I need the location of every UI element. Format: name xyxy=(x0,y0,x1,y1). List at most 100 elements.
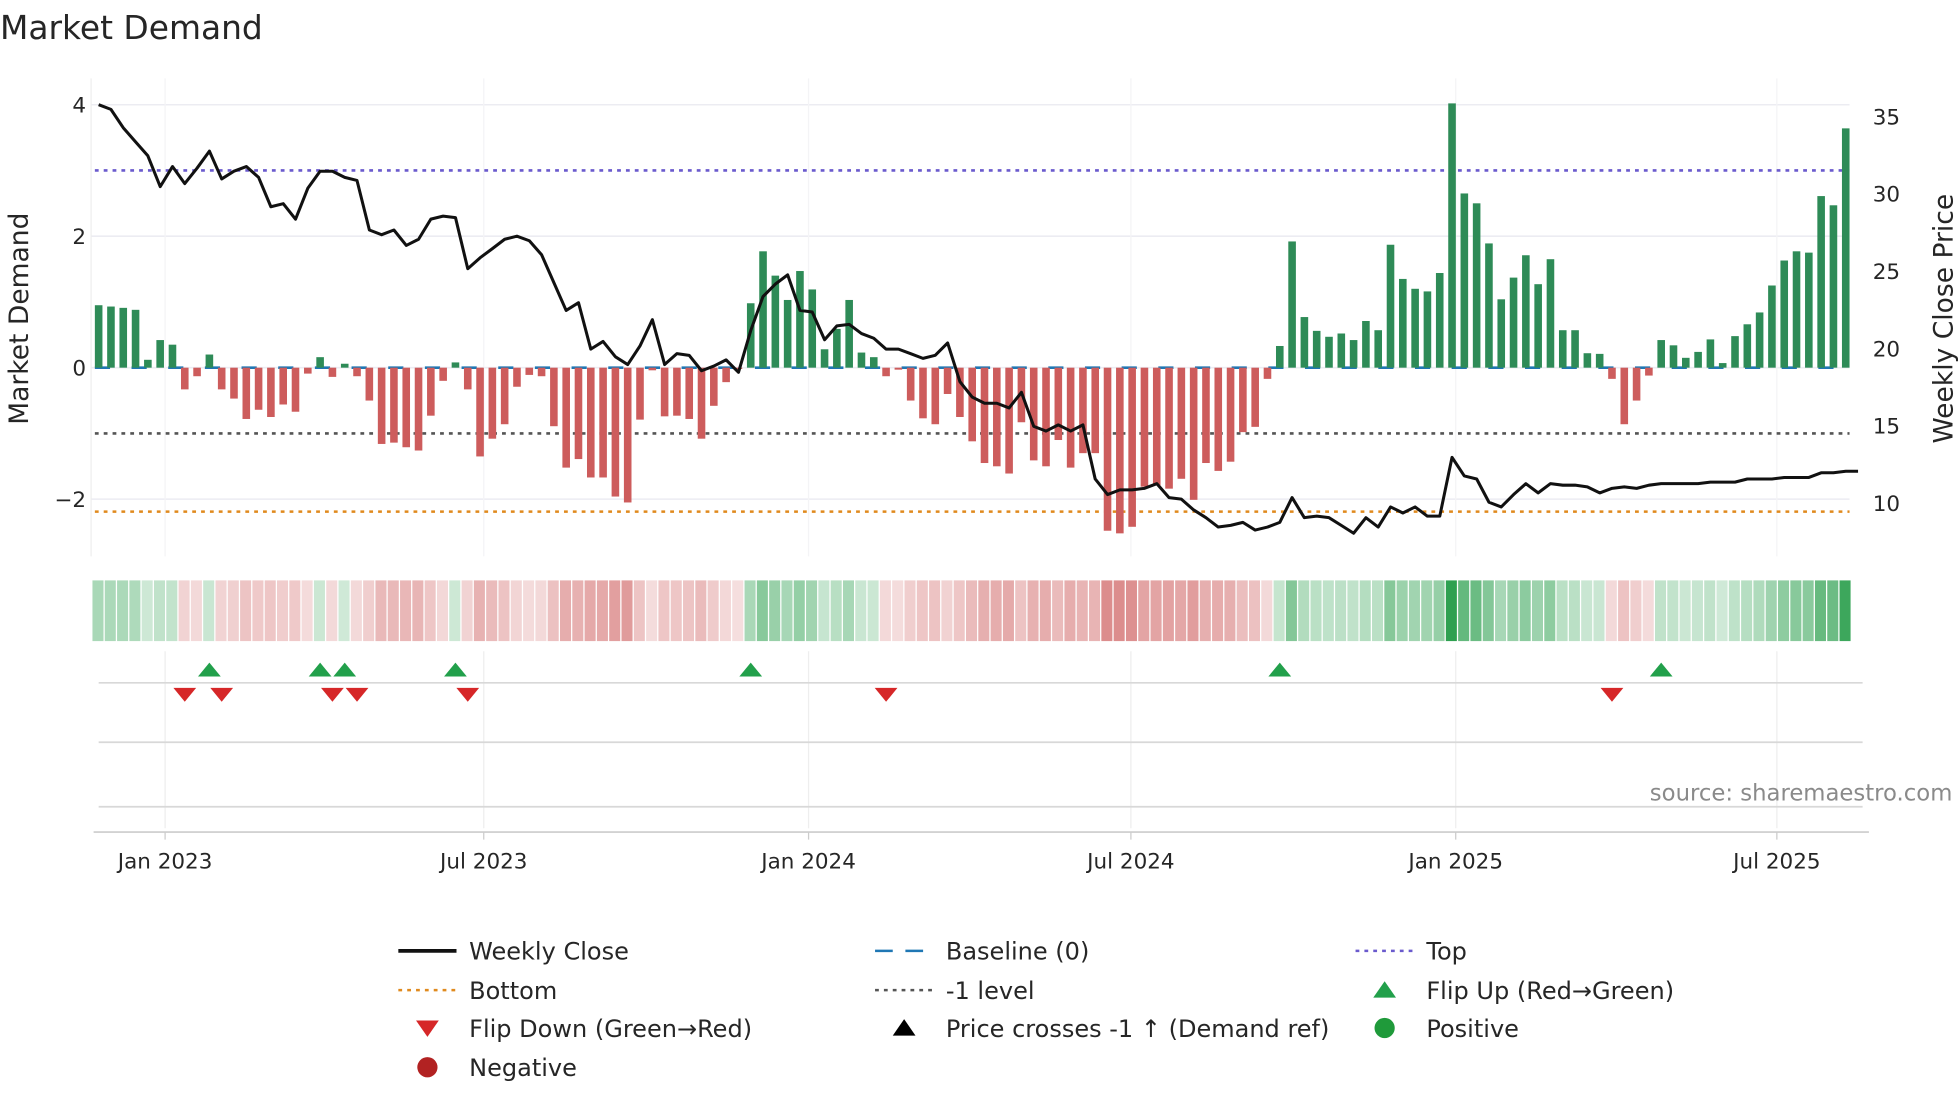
flip-up-marker xyxy=(308,662,332,677)
flip-down-marker xyxy=(874,687,898,702)
demand-bar-positive xyxy=(1448,103,1456,368)
heat-cell xyxy=(1691,580,1703,642)
demand-bar-positive xyxy=(1435,273,1444,368)
x-tick-label: Jan 2023 xyxy=(116,850,213,875)
demand-bar-negative xyxy=(513,367,521,387)
heat-cell xyxy=(806,580,818,642)
demand-bar-positive xyxy=(1386,244,1395,368)
legend-label: -1 level xyxy=(946,977,1035,1005)
heat-cell xyxy=(473,580,485,642)
legend-item: Bottom xyxy=(398,977,557,1005)
heat-cell xyxy=(436,580,448,642)
demand-bar-negative xyxy=(931,367,940,425)
demand-bar-positive xyxy=(1841,128,1850,368)
heat-cell xyxy=(732,580,744,642)
heat-cell xyxy=(1064,580,1076,642)
heat-cell xyxy=(1113,580,1125,642)
heat-cell xyxy=(498,580,510,642)
demand-bar-negative xyxy=(1165,367,1173,489)
heat-cell xyxy=(338,580,350,642)
demand-bar-positive xyxy=(1571,330,1579,368)
demand-bar-positive xyxy=(1349,340,1358,368)
y-axis-label: Market Demand xyxy=(4,213,35,425)
heat-cell xyxy=(1310,580,1322,642)
demand-bar-positive xyxy=(796,271,804,368)
heat-cell xyxy=(1470,580,1482,642)
flip-up-marker xyxy=(333,662,357,677)
demand-bar-negative xyxy=(291,367,300,412)
demand-bar-positive xyxy=(1522,255,1530,368)
heat-cell xyxy=(1753,580,1765,642)
y-tick-label: 2 xyxy=(72,225,86,250)
heat-cell xyxy=(1298,580,1310,642)
flip-up-marker xyxy=(198,662,221,677)
heat-cell xyxy=(1076,580,1088,642)
demand-bar-negative xyxy=(390,367,398,443)
heat-cell xyxy=(1802,580,1814,642)
demand-bar-positive xyxy=(820,349,829,368)
demand-bar-positive xyxy=(205,354,214,368)
demand-bar-negative xyxy=(500,367,509,425)
heat-cell xyxy=(855,580,867,642)
y2-tick-label: 25 xyxy=(1873,260,1900,285)
demand-bar-positive xyxy=(1706,339,1715,368)
demand-bar-positive xyxy=(316,357,324,368)
demand-bar-negative xyxy=(537,367,546,377)
heat-cell xyxy=(350,580,362,642)
demand-bar-negative xyxy=(1103,367,1112,531)
legend-label: Top xyxy=(1425,938,1467,966)
heat-cell xyxy=(941,580,953,642)
heat-cell xyxy=(153,580,166,642)
demand-bar-positive xyxy=(1460,193,1469,368)
heat-cell xyxy=(117,580,129,642)
heat-cell xyxy=(867,580,879,642)
demand-bar-negative xyxy=(353,367,361,377)
heat-cell xyxy=(1384,580,1396,642)
demand-bar-positive xyxy=(869,357,878,368)
demand-bar-negative xyxy=(488,367,497,439)
heat-cell xyxy=(1778,580,1790,642)
heat-cell xyxy=(1322,580,1334,642)
heat-cell xyxy=(1679,580,1691,642)
legend-label: Positive xyxy=(1426,1015,1519,1043)
heat-cell xyxy=(1445,580,1457,642)
heat-cell xyxy=(904,580,916,642)
demand-bar-negative xyxy=(1140,367,1149,487)
flip-down-marker xyxy=(210,687,234,702)
heat-cell xyxy=(240,580,252,642)
demand-bar-positive xyxy=(1595,353,1604,368)
heat-cell xyxy=(1027,580,1039,642)
heat-cell xyxy=(486,580,498,642)
heat-cell xyxy=(301,580,313,642)
demand-bar-negative xyxy=(1042,367,1050,467)
heat-cell xyxy=(707,580,719,642)
demand-bar-negative xyxy=(894,367,903,370)
heat-cell xyxy=(978,580,990,642)
market-demand-chart: Market Demand 420−2 353025201510 Market … xyxy=(0,8,1959,1082)
heat-cell xyxy=(375,580,387,642)
heat-cell xyxy=(830,580,842,642)
legend-swatch xyxy=(1374,1017,1395,1039)
heat-cell xyxy=(609,580,621,642)
demand-bar-positive xyxy=(845,299,853,368)
demand-bar-negative xyxy=(574,367,583,460)
demand-bar-negative xyxy=(697,367,706,439)
demand-bar-positive xyxy=(156,340,164,368)
heat-cell xyxy=(1408,580,1420,642)
demand-bar-negative xyxy=(673,367,681,416)
y2-tick-label: 35 xyxy=(1873,105,1900,130)
legend-item: Price crosses -1 ↑ (Demand ref) xyxy=(892,1015,1329,1043)
flip-down-marker xyxy=(456,687,480,702)
demand-bar-negative xyxy=(586,367,595,478)
heat-cell xyxy=(1199,580,1211,642)
demand-bar-negative xyxy=(242,367,251,419)
demand-bar-negative xyxy=(193,367,201,377)
demand-bar-positive xyxy=(1829,205,1838,368)
heat-cell xyxy=(646,580,658,642)
demand-bar-negative xyxy=(1066,367,1075,468)
heat-cell xyxy=(1605,580,1617,642)
heat-cell xyxy=(916,580,928,642)
heat-cell xyxy=(1236,580,1248,642)
heat-cell xyxy=(412,580,424,642)
heat-cell xyxy=(1790,580,1802,642)
